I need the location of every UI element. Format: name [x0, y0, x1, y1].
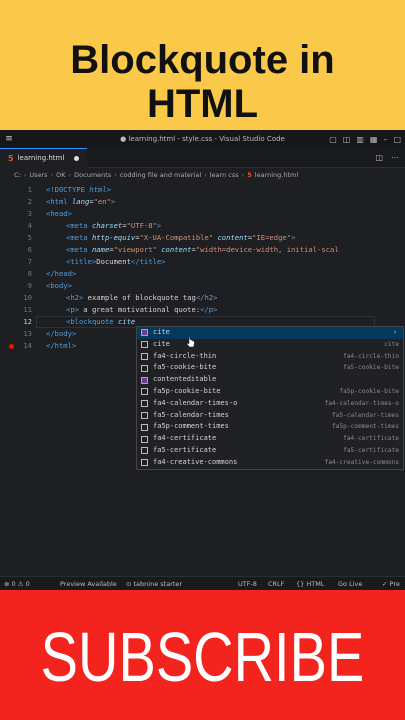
suggestion-label: fa5p-comment-times: [153, 422, 229, 431]
breadcrumb-item[interactable]: Documents: [74, 171, 111, 179]
suggestion-item[interactable]: fa4-certificate fa4-certificate: [137, 433, 403, 445]
suggestion-item[interactable]: fa4-calendar-times-o fa4-calendar-times-…: [137, 398, 403, 410]
chevron-right-icon[interactable]: ›: [393, 327, 397, 339]
snippet-icon: [141, 388, 148, 396]
suggestion-item[interactable]: fa4-circle-thin fa4-circle-thin: [137, 351, 403, 363]
suggestion-detail: fa5p-comment-times: [331, 423, 399, 431]
breadcrumb-item[interactable]: codding file and material: [120, 171, 201, 179]
code-line: 9 <body>: [27, 281, 72, 290]
layout-split-icon[interactable]: ▥: [356, 135, 364, 144]
snippet-icon: [141, 341, 148, 349]
suggestion-item[interactable]: fa5-calendar-times fa5-calendar-times: [137, 410, 403, 422]
encoding-status[interactable]: UTF-8: [238, 580, 257, 588]
suggestion-item[interactable]: fa5-certificate fa5-certificate: [137, 445, 403, 457]
tab-learning-html[interactable]: 5 learning.html: [0, 147, 88, 168]
prettier-status[interactable]: ✓ Pre: [382, 580, 400, 588]
snippet-icon: [141, 435, 148, 443]
html5-icon: 5: [247, 171, 252, 179]
maximize-icon[interactable]: □: [393, 135, 401, 144]
snippet-icon: [141, 400, 148, 408]
suggestion-item[interactable]: fa5p-comment-times fa5p-comment-times: [137, 421, 403, 433]
go-live-button[interactable]: Go Live: [338, 580, 362, 588]
code-line: 11 <p> a great motivational quote:</p>: [23, 305, 218, 314]
suggestion-detail: fa5-cookie-bite: [343, 364, 399, 372]
layout-custom-icon[interactable]: ▦: [370, 135, 378, 144]
split-editor-icon[interactable]: ◫: [375, 153, 383, 162]
more-actions-icon[interactable]: ⋯: [391, 153, 399, 162]
tabnine-status[interactable]: ⊙ tabnine starter: [126, 580, 182, 588]
suggestion-detail: fa5-certificate: [343, 446, 399, 454]
breadcrumb-item[interactable]: C:: [14, 171, 21, 179]
snippet-icon: [141, 447, 148, 455]
suggestion-item[interactable]: contenteditable: [137, 374, 403, 386]
editor-tabs: 5 learning.html ◫ ⋯: [0, 147, 405, 168]
banner-title-line2: HTML: [146, 82, 259, 126]
autocomplete-suggestions: cite › cite cite fa4-circle-thin fa4-cir…: [136, 326, 404, 470]
banner-title-line1: Blockquote in: [70, 38, 335, 82]
eol-status[interactable]: CRLF: [268, 580, 284, 588]
snippet-icon: [141, 423, 148, 431]
breadcrumb-item[interactable]: OK: [56, 171, 65, 179]
breadcrumb-item[interactable]: learn css: [210, 171, 239, 179]
suggestion-detail: fa5p-cookie-bite: [339, 387, 399, 395]
html5-icon: 5: [8, 153, 14, 163]
title-banner: Blockquote in HTML: [0, 0, 405, 130]
suggestion-label: fa4-creative-commons: [153, 457, 238, 466]
suggestion-item[interactable]: cite cite: [137, 339, 403, 351]
layout-controls: ▢ ◫ ▥ ▦ – □: [329, 135, 401, 144]
unsaved-dot-icon[interactable]: [74, 155, 80, 161]
snippet-icon: [141, 459, 148, 467]
tab-label: learning.html: [17, 154, 65, 162]
suggestion-label: fa5-calendar-times: [153, 410, 229, 419]
suggestion-detail: fa4-calendar-times-o: [324, 399, 399, 407]
suggestion-detail: fa4-circle-thin: [343, 352, 399, 360]
preview-status[interactable]: Preview Available: [60, 580, 117, 588]
snippet-icon: [141, 352, 148, 360]
suggestion-label: fa4-circle-thin: [153, 351, 217, 360]
code-line: 6 <meta name="viewport" content="width=de…: [27, 245, 339, 254]
layout-sidebar-icon[interactable]: ◫: [343, 135, 351, 144]
breadcrumb-item[interactable]: Users: [29, 171, 47, 179]
vscode-window: ≡ ● learning.html - style.css - Visual S…: [0, 130, 405, 590]
suggestion-detail: fa4-certificate: [343, 435, 399, 443]
layout-panel-icon[interactable]: ▢: [329, 135, 337, 144]
suggestion-detail: cite: [384, 340, 399, 348]
attribute-icon: [141, 376, 148, 384]
breadcrumb-item[interactable]: learning.html: [255, 171, 298, 179]
language-status[interactable]: {} HTML: [296, 580, 324, 588]
code-line: 5 <meta http-equiv="X-UA-Compatible" cont…: [27, 233, 296, 242]
breadcrumb: C: › Users › OK › Documents › codding file a…: [14, 171, 299, 179]
code-line: 8 </head>: [27, 269, 77, 278]
suggestion-label: fa5p-cookie-bite: [153, 386, 221, 395]
suggestion-detail: fa5-calendar-times: [331, 411, 399, 419]
problems-indicator[interactable]: ⊗ 0 ⚠ 0: [4, 580, 30, 588]
subscribe-label: SUBSCRIBE: [40, 617, 365, 696]
minimize-icon[interactable]: –: [383, 135, 387, 144]
code-line: 7 <title>Document</title>: [27, 257, 166, 266]
suggestion-label: fa5-certificate: [153, 445, 217, 454]
code-line: 2 <html lang="en">: [27, 197, 116, 206]
suggestion-label: fa5-cookie-bite: [153, 363, 217, 372]
snippet-icon: [141, 364, 148, 372]
suggestion-item[interactable]: fa5p-cookie-bite fa5p-cookie-bite: [137, 386, 403, 398]
suggestion-detail: fa4-creative-commons: [324, 458, 399, 466]
snippet-icon: [141, 411, 148, 419]
code-line: 3 <head>: [27, 209, 72, 218]
attribute-icon: [141, 329, 148, 337]
suggestion-item[interactable]: fa5-cookie-bite fa5-cookie-bite: [137, 362, 403, 374]
editor-actions: ◫ ⋯: [375, 153, 399, 162]
title-bar: ≡ ● learning.html - style.css - Visual S…: [0, 130, 405, 148]
mouse-pointer-icon: [186, 336, 195, 348]
code-line: 1 <!DOCTYPE html>: [27, 185, 111, 194]
status-bar: ⊗ 0 ⚠ 0 Preview Available ⊙ tabnine star…: [0, 576, 405, 590]
code-line: 4 <meta charset="UTF-8">: [27, 221, 162, 230]
suggestion-label: fa4-certificate: [153, 434, 217, 443]
suggestion-item[interactable]: fa4-creative-commons fa4-creative-common…: [137, 457, 403, 469]
subscribe-banner[interactable]: SUBSCRIBE: [0, 590, 405, 720]
code-line: 10 <h2> example of blockquote tag</h2>: [23, 293, 218, 302]
suggestion-label: contenteditable: [153, 375, 217, 384]
suggestion-label: fa4-calendar-times-o: [153, 398, 238, 407]
suggestion-item[interactable]: cite ›: [137, 327, 403, 339]
